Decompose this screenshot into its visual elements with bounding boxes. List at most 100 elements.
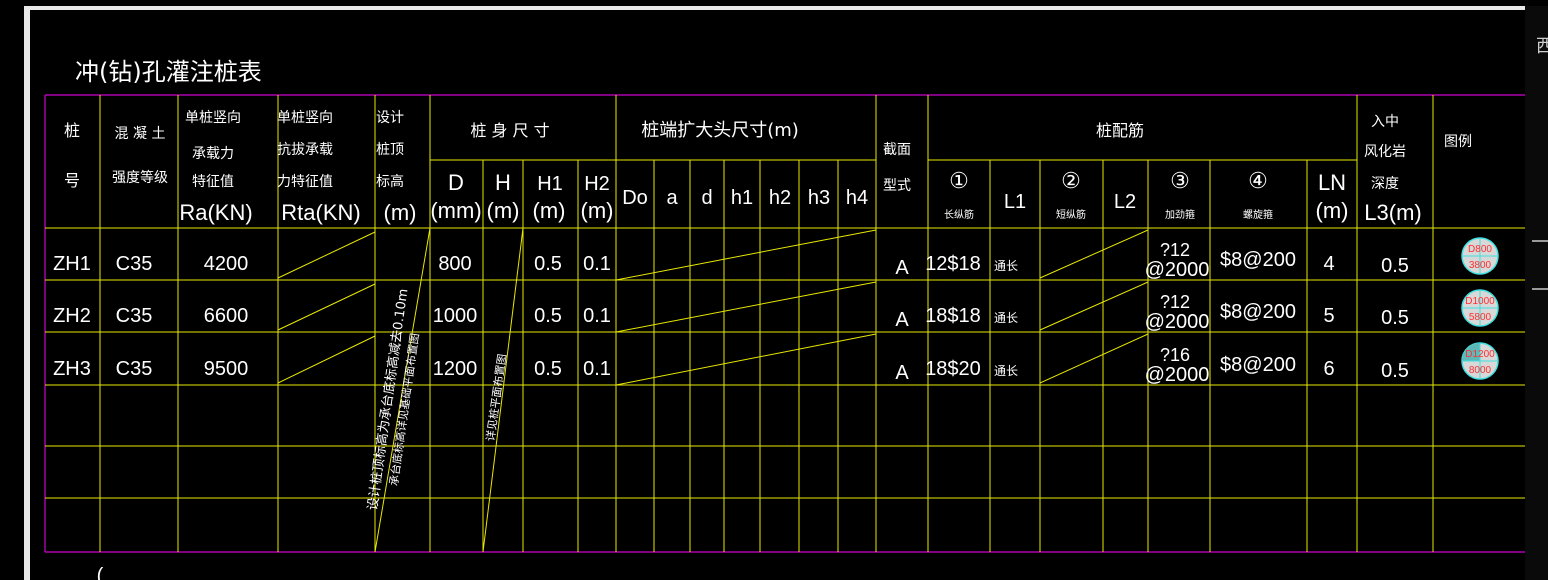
- cell-h2: 0.1: [583, 358, 611, 380]
- cell-rebar-3: ?16: [1160, 345, 1190, 365]
- header-rta-unit: Rta(KN): [281, 200, 360, 225]
- cell-l3: 0.5: [1381, 360, 1409, 382]
- header-h1: H1: [537, 173, 563, 195]
- cell-pile-id: ZH1: [53, 253, 91, 275]
- header-rock: 风化岩: [1364, 144, 1406, 160]
- header-rta: 抗拔承载: [277, 142, 333, 158]
- header-rebar-1-sub: 长纵筋: [944, 208, 974, 221]
- cell-diagonal: [277, 335, 376, 384]
- legend-depth: 3800: [1469, 260, 1492, 271]
- legend-depth: 8000: [1469, 365, 1492, 376]
- cell-d: 1200: [433, 358, 478, 380]
- cell-rebar-1: 18$20: [925, 358, 981, 380]
- header-section: 截面: [883, 142, 911, 158]
- legend-diameter: D1200: [1465, 349, 1495, 360]
- legend-pile-icon: D1000 5800: [1461, 289, 1499, 327]
- cell-rebar-4: $8@200: [1220, 249, 1296, 271]
- cell-rebar-4: $8@200: [1220, 354, 1296, 376]
- cell-pile-id: ZH2: [53, 305, 91, 327]
- cell-diagonal: [1039, 229, 1149, 279]
- header-rock: 深度: [1371, 176, 1399, 192]
- table-title: 冲(钻)孔灌注桩表: [75, 58, 262, 86]
- header-enlarge: 桩端扩大头尺寸(m): [641, 120, 799, 141]
- cell-ra: 9500: [204, 358, 249, 380]
- header-rock: 入中: [1371, 114, 1399, 130]
- cell-rebar-4: $8@200: [1220, 301, 1296, 323]
- cell-l1: 通长: [994, 259, 1018, 273]
- header-rebar-2: ②: [1061, 168, 1081, 193]
- cell-ra: 4200: [204, 253, 249, 275]
- header-rebar-1: ①: [949, 168, 969, 193]
- header-design-top: 标高: [376, 173, 404, 190]
- header-rebar-4-sub: 螺旋箍: [1243, 208, 1273, 221]
- cell-h1: 0.5: [534, 358, 562, 380]
- header-enlarge-col: h2: [769, 187, 791, 209]
- cell-diagonal: [1039, 333, 1149, 384]
- header-concrete: 强度等级: [112, 169, 168, 186]
- header-enlarge-col: d: [701, 187, 712, 209]
- cell-section: A: [895, 362, 909, 384]
- header-h: H: [495, 170, 511, 195]
- header-rebar: 桩配筋: [1096, 121, 1144, 140]
- cell-rebar-3-spacing: @2000: [1145, 311, 1210, 333]
- legend-diameter: D800: [1468, 244, 1492, 255]
- legend-depth: 5800: [1469, 312, 1492, 323]
- cell-diagonal: [615, 333, 877, 386]
- header-design-top-unit: (m): [384, 200, 417, 225]
- header-ra: 特征值: [192, 174, 234, 190]
- header-rebar-4: ④: [1248, 168, 1268, 193]
- cell-ra: 6600: [204, 305, 249, 327]
- header-rta: 力特征值: [277, 174, 333, 190]
- cell-concrete: C35: [116, 253, 153, 275]
- cell-h1: 0.5: [534, 305, 562, 327]
- cell-diagonal: [1039, 281, 1149, 331]
- header-pile-no: 号: [64, 171, 80, 190]
- header-enlarge-col: h4: [846, 187, 868, 209]
- note-h: 详见桩平面布置图: [483, 353, 509, 442]
- header-body-size: 桩 身 尺 寸: [470, 121, 549, 140]
- cell-rebar-3-spacing: @2000: [1145, 364, 1210, 386]
- cell-rebar-1: 12$18: [925, 253, 981, 275]
- cell-ln: 4: [1323, 253, 1334, 275]
- header-h2: H2: [584, 173, 610, 195]
- cell-h2: 0.1: [583, 305, 611, 327]
- cell-diagonal: [277, 231, 376, 279]
- cell-d: 1000: [433, 305, 478, 327]
- cad-drawing-canvas[interactable]: 冲(钻)孔灌注桩表桩号 混 凝 土强度等级 单桩竖向承载力特征值 Ra(KN) 单桩竖向…: [0, 0, 1525, 580]
- cell-diagonal: [277, 283, 376, 331]
- header-enlarge-col: Do: [622, 187, 648, 209]
- header-legend: 图例: [1444, 134, 1472, 150]
- header-l2: L2: [1114, 191, 1136, 213]
- cell-diagonal: [615, 229, 877, 281]
- cell-section: A: [895, 309, 909, 331]
- cell-h2: 0.1: [583, 253, 611, 275]
- cell-l3: 0.5: [1381, 307, 1409, 329]
- cell-rebar-3: ?12: [1160, 292, 1190, 312]
- cell-l1: 通长: [994, 311, 1018, 325]
- header-section: 型式: [883, 178, 911, 194]
- cell-pile-id: ZH3: [53, 358, 91, 380]
- header-d-unit: (mm): [430, 198, 481, 223]
- header-h-unit: (m): [487, 198, 520, 223]
- header-h1-unit: (m): [533, 198, 566, 223]
- cell-rebar-1: 18$18: [925, 305, 981, 327]
- header-enlarge-col: h3: [808, 187, 830, 209]
- header-rebar-3: ③: [1170, 168, 1190, 193]
- side-label: 西: [1536, 36, 1548, 57]
- cell-ln: 5: [1323, 305, 1334, 327]
- header-ra-unit: Ra(KN): [179, 200, 252, 225]
- window-right-strip: [1525, 6, 1548, 580]
- header-enlarge-col: h1: [731, 187, 753, 209]
- header-design-top: 桩顶: [376, 141, 404, 158]
- legend-pile-icon: D800 3800: [1461, 237, 1499, 275]
- cell-rebar-3: ?12: [1160, 240, 1190, 260]
- clipped-text-fragment: (: [97, 565, 104, 580]
- cell-diagonal: [615, 281, 877, 333]
- header-rock-unit: L3(m): [1364, 200, 1421, 225]
- header-concrete: 混 凝 土: [115, 126, 166, 142]
- header-d: D: [448, 170, 464, 195]
- header-ln-unit: (m): [1316, 198, 1349, 223]
- header-ra: 承载力: [192, 146, 234, 162]
- header-rebar-2-sub: 短纵筋: [1056, 208, 1086, 221]
- cell-h1: 0.5: [534, 253, 562, 275]
